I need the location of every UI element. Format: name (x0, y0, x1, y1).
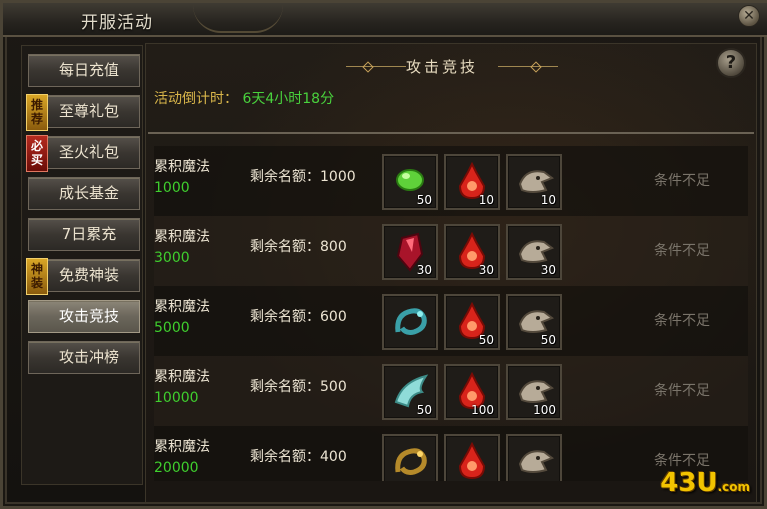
red-potion-icon[interactable]: 100 (444, 364, 500, 420)
dragon-skull-icon[interactable]: 30 (506, 224, 562, 280)
red-potion-icon[interactable]: 10 (444, 154, 500, 210)
red-potion-icon[interactable]: 30 (444, 224, 500, 280)
row-quota: 剩余名额：400 (250, 449, 347, 465)
item-qty: 30 (416, 263, 432, 277)
reward-row: 累积魔法 3000 剩余名额：800 30 30 30 条件不足 (154, 216, 748, 286)
row-quota: 剩余名额：1000 (250, 169, 356, 185)
dragon-skull-icon[interactable]: 10 (506, 154, 562, 210)
row-amount: 3000 (154, 250, 190, 266)
help-icon[interactable]: ? (716, 48, 746, 78)
sidebar-item-label: 成长基金 (58, 184, 119, 202)
teal-dragon-icon[interactable] (382, 294, 438, 350)
divine-gear-badge: 神装 (26, 258, 48, 295)
countdown-value: 6天4小时18分 (242, 91, 335, 107)
item-qty: 50 (416, 403, 432, 417)
item-qty: 10 (478, 193, 494, 207)
item-qty: 100 (533, 403, 556, 417)
item-qty: 50 (416, 193, 432, 207)
row-title: 累积魔法 (154, 229, 210, 245)
status-text: 条件不足 (654, 243, 710, 259)
reward-row: 累积魔法 10000 剩余名额：500 50 100 100 条件不足 (154, 356, 748, 426)
row-title: 累积魔法 (154, 369, 210, 385)
red-potion-icon[interactable] (444, 434, 500, 481)
main-panel: 攻击竞技 ? 活动倒计时： 6天4小时18分 累积魔法 1000 剩余名额：10… (145, 43, 757, 503)
sidebar-item-7day-recharge[interactable]: 7日累充 (28, 218, 140, 251)
sidebar-item-attack-arena[interactable]: 攻击竞技 (28, 300, 140, 333)
dragon-skull-icon[interactable]: 50 (506, 294, 562, 350)
section-title: 攻击竞技 (405, 58, 478, 76)
close-icon[interactable]: ✕ (738, 5, 760, 27)
sidebar-item-label: 免费神装 (58, 266, 119, 284)
logo-domain: .com (717, 480, 750, 494)
sidebar-item-label: 攻击冲榜 (58, 348, 119, 366)
row-title: 累积魔法 (154, 159, 210, 175)
site-logo: 43U.com (660, 468, 750, 498)
row-title: 累积魔法 (154, 439, 210, 455)
row-quota: 剩余名额：600 (250, 309, 347, 325)
dragon-skull-icon[interactable]: 100 (506, 364, 562, 420)
status-text: 条件不足 (654, 173, 710, 189)
item-qty: 30 (478, 263, 494, 277)
row-amount: 10000 (154, 390, 199, 406)
reward-row: 累积魔法 1000 剩余名额：1000 50 10 10 条件不足 (154, 146, 748, 216)
title-bar: 开服活动 ✕ (3, 3, 767, 37)
gold-dragon-icon[interactable] (382, 434, 438, 481)
reward-list[interactable]: 累积魔法 1000 剩余名额：1000 50 10 10 条件不足 累积魔法 3… (154, 146, 748, 481)
item-qty: 30 (540, 263, 556, 277)
recommend-badge: 推荐 (26, 94, 48, 131)
countdown-label: 活动倒计时： (154, 91, 238, 107)
row-quota: 剩余名额：800 (250, 239, 347, 255)
sidebar-item-label: 圣火礼包 (58, 143, 119, 161)
row-amount: 20000 (154, 460, 199, 476)
sidebar-item-growth-fund[interactable]: 成长基金 (28, 177, 140, 210)
reward-row: 累积魔法 20000 剩余名额：400 条件不足 (154, 426, 748, 481)
activity-window: 开服活动 ✕ 每日充值 推荐 至尊礼包 必买 圣火礼包 成长基金 7日累充 神装… (0, 0, 767, 509)
sidebar-item-label: 至尊礼包 (58, 102, 119, 120)
row-amount: 5000 (154, 320, 190, 336)
dragon-skull-icon[interactable] (506, 434, 562, 481)
item-qty: 50 (540, 333, 556, 347)
logo-text: 43U (660, 468, 718, 498)
row-quota: 剩余名额：500 (250, 379, 347, 395)
sidebar-item-free-equipment[interactable]: 神装 免费神装 (26, 258, 140, 295)
sidebar-item-supreme-gift[interactable]: 推荐 至尊礼包 (26, 94, 140, 131)
status-text: 条件不足 (654, 313, 710, 329)
item-qty: 100 (471, 403, 494, 417)
sidebar-item-daily-recharge[interactable]: 每日充值 (28, 54, 140, 87)
item-qty: 10 (540, 193, 556, 207)
must-buy-badge: 必买 (26, 135, 48, 172)
sidebar-item-label: 7日累充 (61, 225, 117, 243)
divider (148, 132, 754, 134)
title-ornament-right (498, 66, 558, 67)
row-title: 累积魔法 (154, 299, 210, 315)
sidebar-item-holy-fire-gift[interactable]: 必买 圣火礼包 (26, 135, 140, 172)
sidebar-item-attack-ranking[interactable]: 攻击冲榜 (28, 341, 140, 374)
green-gem-icon[interactable]: 50 (382, 154, 438, 210)
countdown: 活动倒计时： 6天4小时18分 (154, 88, 334, 108)
wing-icon[interactable]: 50 (382, 364, 438, 420)
status-text: 条件不足 (654, 453, 710, 469)
row-amount: 1000 (154, 180, 190, 196)
title-ornament (193, 5, 283, 33)
red-crystal-icon[interactable]: 30 (382, 224, 438, 280)
sidebar: 每日充值 推荐 至尊礼包 必买 圣火礼包 成长基金 7日累充 神装 免费神装 攻… (21, 45, 143, 485)
red-potion-icon[interactable]: 50 (444, 294, 500, 350)
sidebar-item-label: 每日充值 (58, 61, 119, 79)
sidebar-item-label: 攻击竞技 (58, 307, 119, 325)
reward-row: 累积魔法 5000 剩余名额：600 50 50 条件不足 (154, 286, 748, 356)
status-text: 条件不足 (654, 383, 710, 399)
window-title: 开服活动 (81, 13, 153, 33)
item-qty: 50 (478, 333, 494, 347)
